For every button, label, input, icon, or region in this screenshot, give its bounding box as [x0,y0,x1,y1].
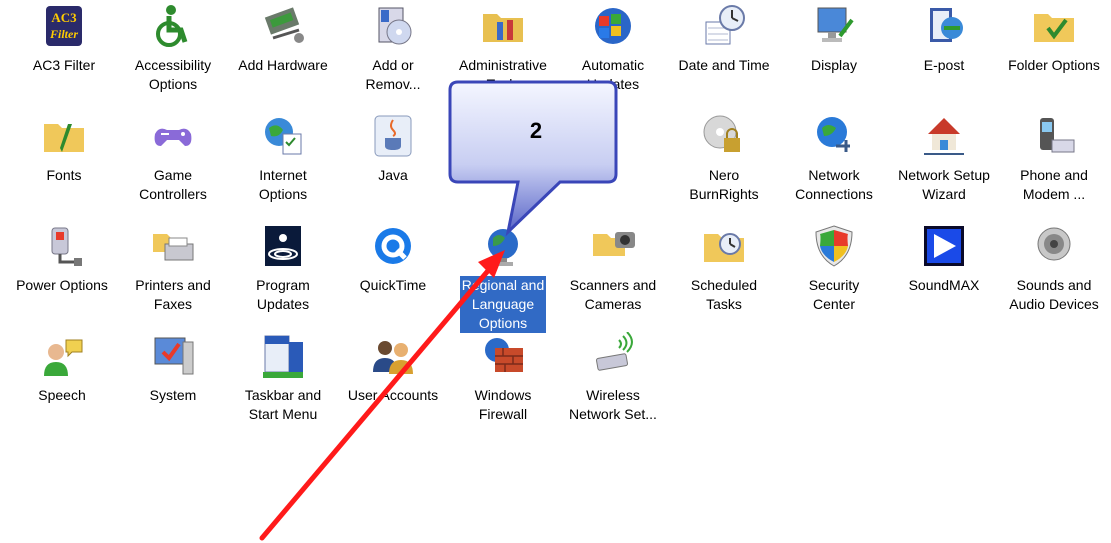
annotation-overlay [259,80,618,541]
callout-number: 2 [529,118,543,143]
red-arrow [259,250,505,541]
callout-bubble [448,80,618,237]
